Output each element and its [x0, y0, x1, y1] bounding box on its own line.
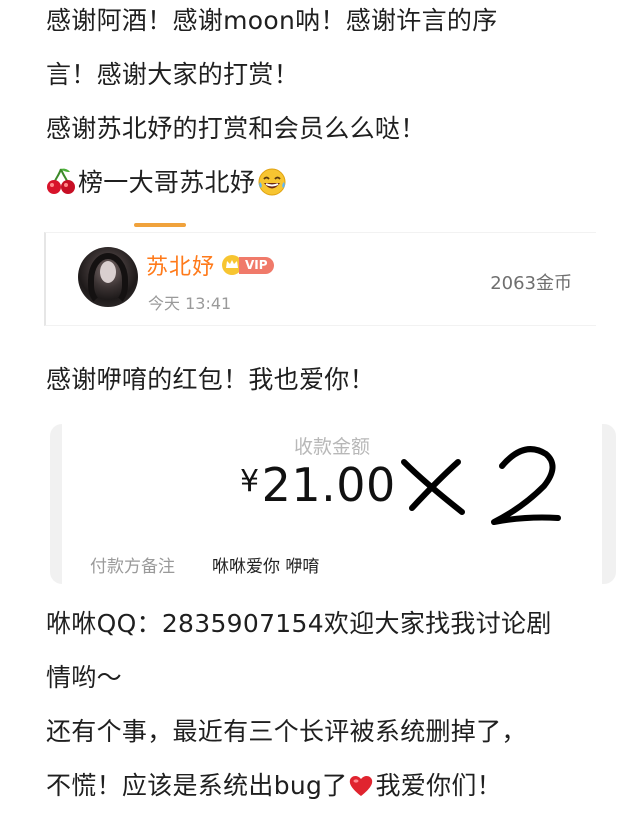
payment-amount-value: 21.00: [261, 458, 396, 512]
intro-line-1: 感谢阿酒！感谢moon呐！感谢许言的序: [46, 6, 498, 35]
heart-icon: [350, 776, 373, 796]
reward-timestamp: 今天 13:41: [148, 294, 232, 313]
laughing-face-icon: [258, 168, 286, 196]
thanks-paragraph: 感谢咿唷的红包！我也爱你！: [46, 353, 612, 407]
closing-line-5-text: 我爱你们！: [375, 771, 502, 800]
section-marker: [134, 223, 186, 227]
reward-card[interactable]: 苏北妤 VIP 今天 13:41 2063金币: [44, 232, 596, 326]
intro-line-4-text: 榜一大哥苏北妤: [78, 168, 256, 197]
currency-symbol: ¥: [240, 464, 260, 499]
payment-amount: ¥21.00: [240, 458, 396, 512]
avatar[interactable]: [78, 247, 138, 307]
thanks-line: 感谢咿唷的红包！我也爱你！: [46, 365, 375, 394]
handwritten-times-two: [401, 446, 561, 525]
closing-line-1: 咻咻QQ：2835907154欢迎大家找我讨论剧: [46, 609, 552, 638]
reward-coin-amount: 2063金币: [490, 273, 572, 294]
payment-note-label: 付款方备注: [90, 557, 175, 577]
cherry-icon: [47, 168, 75, 194]
closing-line-3: 还有个事，最近有三个长评被系统删掉了，: [46, 717, 527, 746]
vip-badge: VIP: [221, 254, 274, 276]
closing-line-4-text: 不慌！应该是系统出bug了: [46, 771, 348, 800]
reward-user-name[interactable]: 苏北妤: [146, 249, 215, 281]
intro-line-3: 感谢苏北妤的打赏和会员么么哒！: [46, 114, 426, 143]
vip-label: VIP: [239, 256, 274, 274]
intro-line-2: 言！感谢大家的打赏！: [46, 60, 300, 89]
intro-paragraph: 感谢阿酒！感谢moon呐！感谢许言的序 言！感谢大家的打赏！ 感谢苏北妤的打赏和…: [46, 0, 612, 210]
closing-line-4: 不慌！应该是系统出bug了 我爱你们！: [46, 759, 612, 813]
payment-note-value: 咻咻爱你 咿唷: [212, 557, 320, 577]
closing-line-2: 情哟～: [46, 663, 122, 692]
intro-line-4: 榜一大哥苏北妤: [46, 156, 612, 210]
closing-paragraph: 咻咻QQ：2835907154欢迎大家找我讨论剧 情哟～ 还有个事，最近有三个长…: [46, 597, 612, 813]
